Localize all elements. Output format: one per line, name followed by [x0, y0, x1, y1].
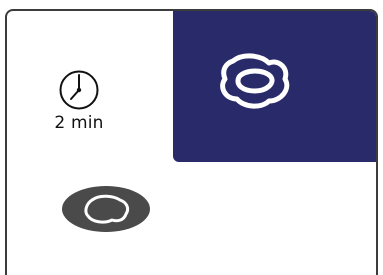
fried-egg-icon	[220, 53, 290, 109]
fried-egg-icon	[62, 186, 150, 232]
egg-option-unselected[interactable]	[62, 186, 150, 236]
egg-option-selected[interactable]	[173, 11, 376, 162]
clock-icon	[59, 70, 99, 110]
timer: 2 min	[47, 69, 111, 133]
timer-label: 2 min	[54, 113, 104, 133]
cooking-panel: 2 min	[5, 9, 378, 275]
